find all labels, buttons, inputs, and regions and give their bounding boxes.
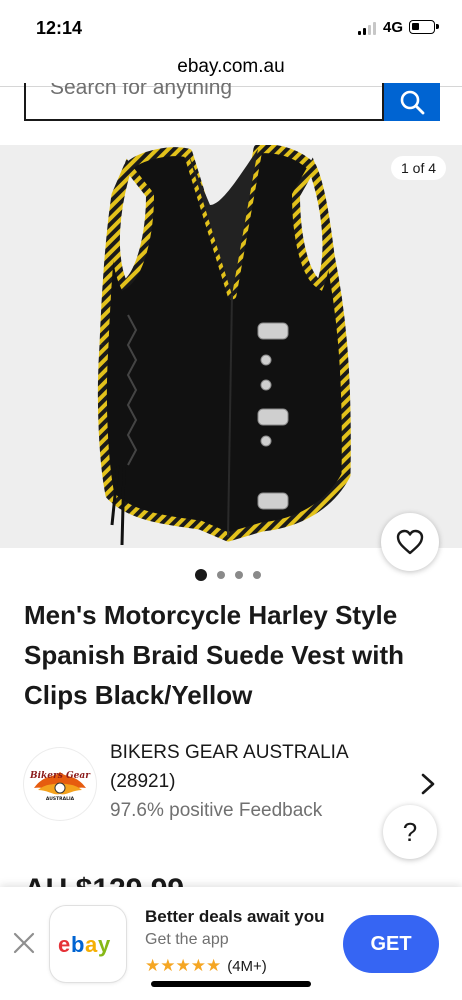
search-bar: Search for anything — [0, 83, 462, 143]
search-icon — [400, 90, 425, 115]
image-counter: 1 of 4 — [391, 156, 447, 180]
product-image — [97, 145, 351, 546]
gallery-pagination — [195, 569, 271, 581]
search-placeholder: Search for anything — [50, 83, 233, 99]
svg-text:b: b — [71, 932, 84, 957]
signal-icon — [358, 21, 378, 35]
seller-logo: Bikers Gear AUSTRALIA — [24, 748, 96, 820]
url-text: ebay.com.au — [177, 56, 285, 77]
seller-logo-sub: AUSTRALIA — [46, 796, 75, 802]
search-input[interactable]: Search for anything — [24, 83, 384, 121]
help-button[interactable]: ? — [383, 805, 437, 859]
pagination-dot[interactable] — [195, 569, 207, 581]
watch-button[interactable] — [381, 513, 439, 571]
pagination-dot[interactable] — [235, 571, 243, 579]
image-gallery[interactable]: 1 of 4 — [0, 145, 462, 548]
close-icon[interactable] — [12, 931, 36, 955]
banner-title: Better deals await you — [145, 907, 325, 926]
rating-count: (4M+) — [227, 957, 267, 975]
network-type: 4G — [383, 19, 404, 36]
ebay-app-icon[interactable]: e b a y — [50, 906, 126, 982]
browser-url-bar[interactable]: ebay.com.au — [0, 54, 462, 84]
search-button[interactable] — [384, 83, 440, 121]
banner-subtitle: Get the app — [145, 931, 229, 948]
battery-icon — [409, 20, 439, 34]
app-rating: ★★★★★ (4M+) — [145, 956, 267, 976]
svg-text:y: y — [98, 932, 111, 957]
seller-feedback-percent: 97.6% positive Feedback — [110, 800, 323, 821]
pagination-dot[interactable] — [253, 571, 261, 579]
svg-text:e: e — [58, 932, 70, 957]
seller-name: BIKERS GEAR AUSTRALIA — [110, 742, 349, 763]
get-app-button[interactable]: GET — [343, 915, 439, 973]
status-time: 12:14 — [36, 18, 83, 38]
ebay-logo: e b a y — [58, 932, 111, 957]
heart-icon — [396, 529, 424, 555]
pagination-dot[interactable] — [217, 571, 225, 579]
status-bar: 12:14 4G — [0, 0, 462, 54]
svg-text:a: a — [85, 932, 98, 957]
chevron-right-icon — [421, 773, 435, 795]
seller-logo-text: Bikers Gear — [29, 771, 91, 781]
star-rating-icon: ★★★★★ — [145, 956, 222, 975]
seller-feedback-count: (28921) — [110, 771, 176, 792]
listing-title: Men's Motorcycle Harley Style Spanish Br… — [24, 600, 404, 710]
home-indicator — [151, 981, 311, 987]
